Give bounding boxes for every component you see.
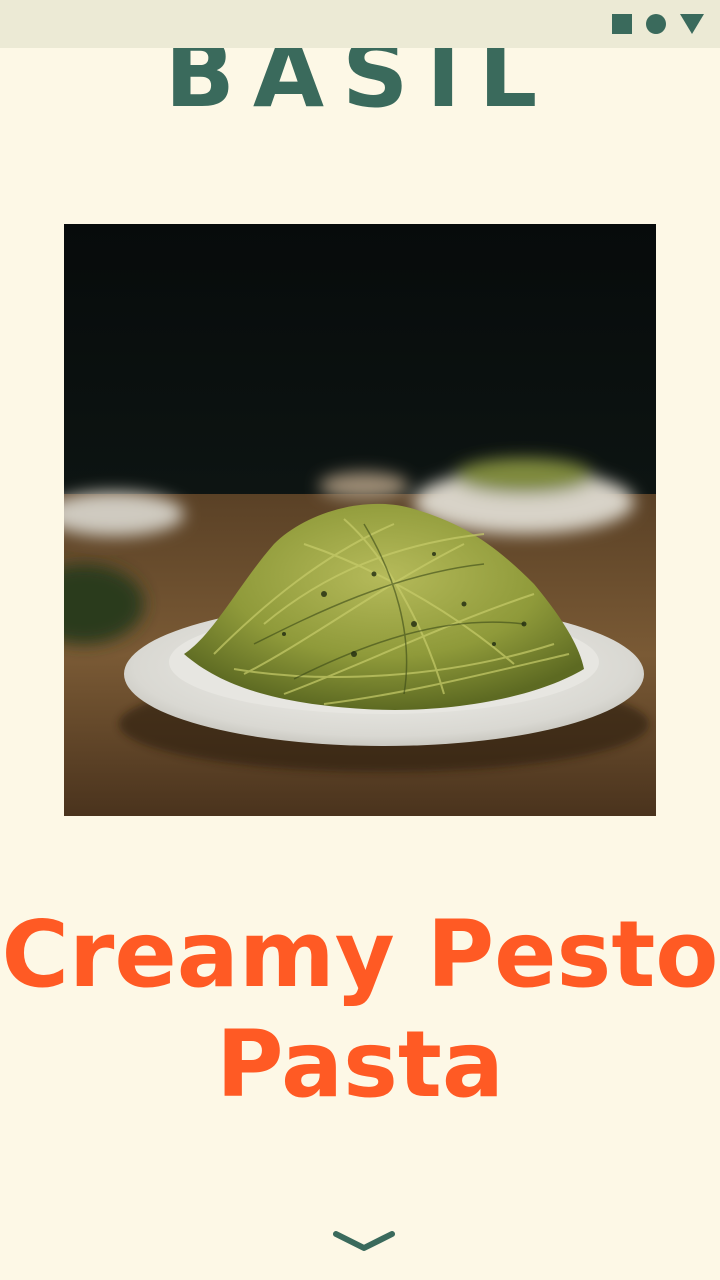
recipe-title-line1: Creamy Pesto <box>1 901 719 1008</box>
triangle-icon <box>680 14 704 34</box>
square-icon <box>612 14 632 34</box>
status-bar <box>0 0 720 48</box>
recipe-title: Creamy Pesto Pasta <box>0 900 720 1120</box>
status-icons <box>612 12 704 36</box>
recipe-title-line2: Pasta <box>216 1011 504 1118</box>
circle-icon <box>646 14 666 34</box>
recipe-photo <box>64 224 656 816</box>
chevron-down-icon[interactable] <box>332 1228 396 1258</box>
pasta-photo-illustration <box>64 224 656 816</box>
